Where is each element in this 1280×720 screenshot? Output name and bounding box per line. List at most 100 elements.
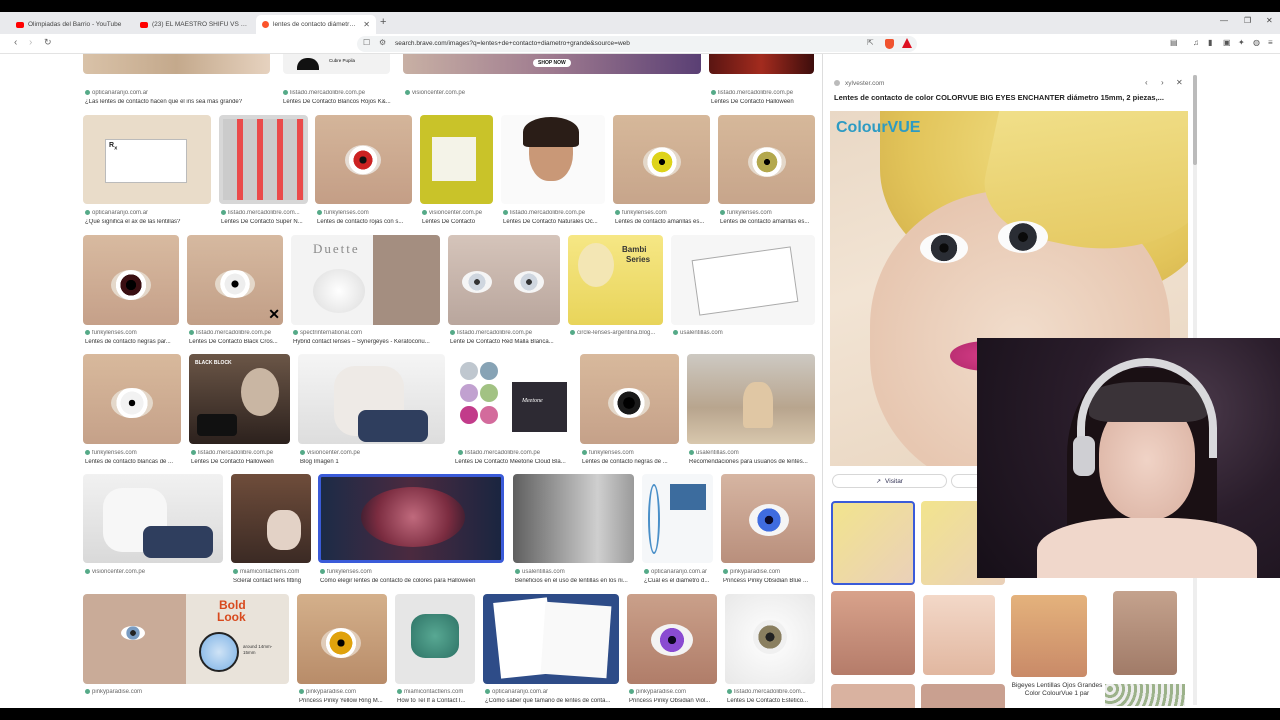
result-image[interactable] — [231, 474, 311, 563]
result-image[interactable]: Duette — [291, 235, 440, 325]
result-image[interactable] — [613, 115, 710, 204]
result-caption[interactable]: Lentes de contacto rojas con s... — [317, 219, 413, 225]
result-image[interactable] — [642, 474, 713, 563]
result-caption[interactable]: Hybrid contact lenses – Synergeyes - Ker… — [293, 339, 441, 345]
result-source[interactable]: pinkyparadise.com — [629, 689, 719, 695]
result-caption[interactable]: Lentes de contacto negras par... — [85, 339, 180, 345]
related-image[interactable] — [923, 595, 995, 675]
tab-youtube-olimpiadas[interactable]: Olimpiadas del Barrio - YouTube — [10, 15, 132, 34]
result-source[interactable]: funkylenses.com — [720, 210, 816, 216]
result-source[interactable]: listado.mercadolibre.com.pe — [191, 450, 291, 456]
sidebar-icon[interactable]: ▮ — [1208, 38, 1212, 47]
result-image[interactable]: ✕ — [187, 235, 283, 325]
next-icon[interactable]: › — [1161, 78, 1164, 87]
result-caption[interactable]: Lentes de contacto negras de ... — [582, 459, 680, 465]
related-image[interactable] — [831, 591, 915, 675]
related-image[interactable] — [921, 684, 1005, 708]
result-source[interactable]: listado.mercadolibre.com.pe — [711, 90, 816, 96]
bookmark-icon[interactable]: ☐ — [363, 38, 370, 47]
result-caption[interactable]: Lente De Contacto Red Malla Blanca... — [450, 339, 562, 345]
result-source[interactable]: visioncenter.com.pe — [85, 569, 225, 575]
result-source[interactable]: funkylenses.com — [85, 450, 183, 456]
result-image[interactable]: Bambi Series — [568, 235, 663, 325]
result-image[interactable] — [580, 354, 679, 444]
result-image[interactable]: Meetone — [456, 354, 572, 444]
result-image[interactable] — [709, 54, 814, 74]
result-caption[interactable]: Blog Imagen 1 — [300, 459, 446, 465]
brave-rewards-icon[interactable] — [902, 38, 912, 48]
result-source[interactable]: listado.mercadolibre.com.pe — [189, 330, 284, 336]
result-source[interactable]: pinkyparadise.com — [723, 569, 817, 575]
result-image[interactable] — [83, 474, 223, 563]
result-image[interactable]: Bold Look around 14mm-15mm — [83, 594, 289, 684]
media-icon[interactable]: ♫ — [1193, 38, 1199, 47]
result-caption[interactable]: ¿Cuál es el diámetro d... — [644, 578, 716, 584]
address-bar[interactable]: ☐ ⚙ search.brave.com/images?q=lentes+de+… — [357, 36, 917, 52]
result-source[interactable]: usalentillas.com — [515, 569, 635, 575]
vpn-icon[interactable]: ◍ — [1253, 38, 1260, 47]
result-image[interactable] — [297, 594, 387, 684]
result-image[interactable] — [513, 474, 634, 563]
result-image[interactable] — [721, 474, 815, 563]
result-source[interactable]: funkylenses.com — [582, 450, 680, 456]
close-panel-icon[interactable]: ✕ — [1176, 78, 1183, 87]
related-image-selected[interactable] — [831, 501, 915, 585]
result-source[interactable]: funkylenses.com — [615, 210, 711, 216]
result-source[interactable]: listado.mercadolibre.com.pe — [458, 450, 574, 456]
result-caption[interactable]: ¿Cómo saber qué tamaño de lentes de cont… — [485, 698, 621, 704]
result-caption[interactable]: Lentes De Contacto Meetone Cloud Bla... — [455, 459, 573, 465]
result-source[interactable]: usalentillas.com — [689, 450, 817, 456]
result-image[interactable] — [627, 594, 717, 684]
result-image[interactable] — [501, 115, 605, 204]
result-caption[interactable]: Princess Pinky Obsidian Blue ... — [723, 578, 817, 584]
forward-icon[interactable]: › — [29, 37, 32, 48]
result-caption[interactable]: Lentes de contacto amarillas es... — [615, 219, 711, 225]
result-image[interactable]: Cubre Pupila — [283, 54, 390, 74]
result-source[interactable]: funkylenses.com — [317, 210, 413, 216]
result-caption[interactable]: Lentes de contacto blancas de ... — [85, 459, 183, 465]
result-source[interactable]: spectrinternational.com — [293, 330, 441, 336]
result-source[interactable]: circle-lenses-argentina.blog... — [570, 330, 665, 336]
result-image[interactable] — [83, 235, 179, 325]
result-image-selected[interactable] — [318, 474, 504, 563]
related-caption[interactable]: Bigeyes Lentillas Ojos Grandes Color Col… — [1011, 682, 1103, 698]
result-source[interactable]: listado.mercadolibre.com.pe — [283, 90, 393, 96]
panel-source[interactable]: xylvester.com — [845, 80, 884, 87]
menu-icon[interactable]: ≡ — [1268, 38, 1273, 47]
wallet-icon[interactable]: ▣ — [1223, 38, 1231, 47]
result-image[interactable] — [725, 594, 815, 684]
minimize-icon[interactable]: — — [1220, 16, 1228, 25]
result-caption[interactable]: Beneficios en el uso de lentillas en los… — [515, 578, 635, 584]
related-image[interactable] — [831, 684, 915, 708]
tab-youtube-shifu[interactable]: (23) EL MAESTRO SHIFU VS 33 MUJ... — [134, 15, 254, 34]
result-caption[interactable]: Lentes De Contacto Naturales Oc... — [503, 219, 606, 225]
result-source[interactable]: usalentillas.com — [673, 330, 816, 336]
leo-icon[interactable]: ✦ — [1238, 38, 1245, 47]
result-caption[interactable]: Lentes De Contacto Halloween — [711, 99, 816, 105]
url-text[interactable]: search.brave.com/images?q=lentes+de+cont… — [395, 40, 630, 47]
result-source[interactable]: listado.mercadolibre.com... — [221, 210, 309, 216]
related-image[interactable] — [1113, 591, 1177, 675]
result-caption[interactable]: Princess Pinky Yellow Ring M... — [299, 698, 389, 704]
site-settings-icon[interactable]: ⚙ — [379, 38, 386, 47]
result-caption[interactable]: ¿Qué significa el ax de las lentillas? — [85, 219, 213, 225]
result-source[interactable]: pinkyparadise.com — [299, 689, 389, 695]
result-image[interactable] — [83, 54, 270, 74]
result-caption[interactable]: Recomendaciones para usuarios de lentes.… — [689, 459, 817, 465]
result-caption[interactable]: Lentes de contacto amarillas es... — [720, 219, 816, 225]
result-caption[interactable]: Lentes De Contacto Estetico... — [727, 698, 817, 704]
result-image[interactable] — [448, 235, 560, 325]
result-source[interactable]: listado.mercadolibre.com.pe — [450, 330, 562, 336]
result-source[interactable]: opticanaranjo.com.ar — [85, 210, 210, 216]
result-source[interactable]: visioncenter.com.pe — [405, 90, 585, 96]
close-window-icon[interactable]: ✕ — [1266, 16, 1273, 25]
result-image[interactable] — [718, 115, 815, 204]
result-image[interactable]: Rx — [83, 115, 211, 204]
result-caption[interactable]: ¿Las lentes de contacto hacen que el iri… — [85, 99, 270, 105]
reader-icon[interactable]: ▤ — [1170, 38, 1178, 47]
result-source[interactable]: funkylenses.com — [320, 569, 506, 575]
close-tab-icon[interactable]: ✕ — [363, 20, 370, 29]
result-image[interactable] — [395, 594, 475, 684]
result-source[interactable]: visioncenter.com.pe — [300, 450, 446, 456]
result-image[interactable] — [315, 115, 412, 204]
